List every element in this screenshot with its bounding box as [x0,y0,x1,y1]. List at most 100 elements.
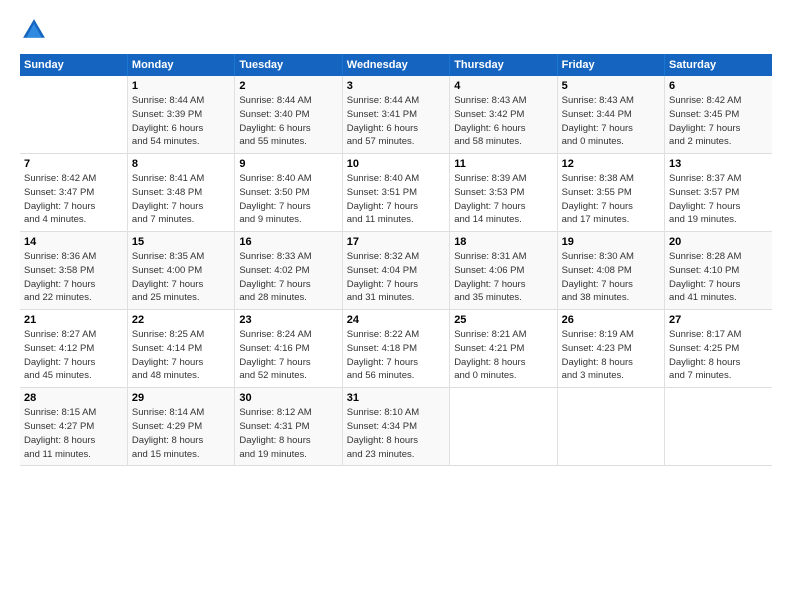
calendar-cell: 29 Sunrise: 8:14 AMSunset: 4:29 PMDayligh… [127,388,234,466]
day-number: 4 [454,80,552,92]
day-number: 23 [239,314,337,326]
calendar-cell: 23 Sunrise: 8:24 AMSunset: 4:16 PMDayligh… [235,310,342,388]
day-info: Sunrise: 8:39 AMSunset: 3:53 PMDaylight:… [454,172,552,227]
day-info: Sunrise: 8:21 AMSunset: 4:21 PMDaylight:… [454,328,552,383]
day-info: Sunrise: 8:27 AMSunset: 4:12 PMDaylight:… [24,328,123,383]
week-row-3: 14 Sunrise: 8:36 AMSunset: 3:58 PMDayligh… [20,232,772,310]
day-number: 5 [562,80,660,92]
week-row-1: 1Sunrise: 8:44 AMSunset: 3:39 PMDaylight… [20,76,772,154]
day-info: Sunrise: 8:22 AMSunset: 4:18 PMDaylight:… [347,328,445,383]
header-cell-wednesday: Wednesday [342,54,449,76]
day-info: Sunrise: 8:43 AMSunset: 3:44 PMDaylight:… [562,94,660,149]
calendar-cell: 3 Sunrise: 8:44 AMSunset: 3:41 PMDaylight… [342,76,449,154]
day-info: Sunrise: 8:12 AMSunset: 4:31 PMDaylight:… [239,406,337,461]
day-info: Sunrise: 8:15 AMSunset: 4:27 PMDaylight:… [24,406,123,461]
calendar-cell: 8 Sunrise: 8:41 AMSunset: 3:48 PMDaylight… [127,154,234,232]
calendar-cell [665,388,772,466]
calendar-cell: 19 Sunrise: 8:30 AMSunset: 4:08 PMDayligh… [557,232,664,310]
calendar-cell: 11 Sunrise: 8:39 AMSunset: 3:53 PMDayligh… [450,154,557,232]
calendar-cell [557,388,664,466]
day-number: 22 [132,314,230,326]
day-info: Sunrise: 8:40 AMSunset: 3:51 PMDaylight:… [347,172,445,227]
header-cell-sunday: Sunday [20,54,127,76]
page: SundayMondayTuesdayWednesdayThursdayFrid… [0,0,792,612]
day-info: Sunrise: 8:38 AMSunset: 3:55 PMDaylight:… [562,172,660,227]
calendar-cell: 14 Sunrise: 8:36 AMSunset: 3:58 PMDayligh… [20,232,127,310]
calendar-cell: 21 Sunrise: 8:27 AMSunset: 4:12 PMDayligh… [20,310,127,388]
day-info: Sunrise: 8:43 AMSunset: 3:42 PMDaylight:… [454,94,552,149]
day-number: 25 [454,314,552,326]
day-number: 15 [132,236,230,248]
day-info: Sunrise: 8:35 AMSunset: 4:00 PMDaylight:… [132,250,230,305]
header-cell-monday: Monday [127,54,234,76]
header-cell-saturday: Saturday [665,54,772,76]
day-number: 9 [239,158,337,170]
calendar-cell: 12 Sunrise: 8:38 AMSunset: 3:55 PMDayligh… [557,154,664,232]
calendar-cell: 5 Sunrise: 8:43 AMSunset: 3:44 PMDaylight… [557,76,664,154]
day-number: 18 [454,236,552,248]
day-info: Sunrise: 8:30 AMSunset: 4:08 PMDaylight:… [562,250,660,305]
header [20,16,772,44]
day-number: 12 [562,158,660,170]
day-number: 26 [562,314,660,326]
calendar-cell: 10 Sunrise: 8:40 AMSunset: 3:51 PMDayligh… [342,154,449,232]
day-info: Sunrise: 8:36 AMSunset: 3:58 PMDaylight:… [24,250,123,305]
calendar-cell: 27 Sunrise: 8:17 AMSunset: 4:25 PMDayligh… [665,310,772,388]
day-info: Sunrise: 8:33 AMSunset: 4:02 PMDaylight:… [239,250,337,305]
day-info: Sunrise: 8:28 AMSunset: 4:10 PMDaylight:… [669,250,768,305]
day-number: 7 [24,158,123,170]
day-number: 14 [24,236,123,248]
header-cell-friday: Friday [557,54,664,76]
week-row-2: 7 Sunrise: 8:42 AMSunset: 3:47 PMDaylight… [20,154,772,232]
calendar-cell: 20 Sunrise: 8:28 AMSunset: 4:10 PMDayligh… [665,232,772,310]
calendar-cell: 13Sunrise: 8:37 AMSunset: 3:57 PMDayligh… [665,154,772,232]
calendar-cell: 6 Sunrise: 8:42 AMSunset: 3:45 PMDaylight… [665,76,772,154]
day-number: 11 [454,158,552,170]
day-number: 29 [132,392,230,404]
calendar-cell: 17Sunrise: 8:32 AMSunset: 4:04 PMDayligh… [342,232,449,310]
day-number: 20 [669,236,768,248]
calendar-cell: 4 Sunrise: 8:43 AMSunset: 3:42 PMDaylight… [450,76,557,154]
day-number: 2 [239,80,337,92]
day-number: 17 [347,236,445,248]
day-info: Sunrise: 8:40 AMSunset: 3:50 PMDaylight:… [239,172,337,227]
day-number: 6 [669,80,768,92]
week-row-4: 21 Sunrise: 8:27 AMSunset: 4:12 PMDayligh… [20,310,772,388]
day-info: Sunrise: 8:31 AMSunset: 4:06 PMDaylight:… [454,250,552,305]
calendar-cell: 25 Sunrise: 8:21 AMSunset: 4:21 PMDayligh… [450,310,557,388]
day-number: 10 [347,158,445,170]
day-info: Sunrise: 8:41 AMSunset: 3:48 PMDaylight:… [132,172,230,227]
day-info: Sunrise: 8:24 AMSunset: 4:16 PMDaylight:… [239,328,337,383]
day-info: Sunrise: 8:10 AMSunset: 4:34 PMDaylight:… [347,406,445,461]
day-number: 27 [669,314,768,326]
week-row-5: 28Sunrise: 8:15 AMSunset: 4:27 PMDayligh… [20,388,772,466]
day-info: Sunrise: 8:17 AMSunset: 4:25 PMDaylight:… [669,328,768,383]
day-info: Sunrise: 8:42 AMSunset: 3:47 PMDaylight:… [24,172,123,227]
day-info: Sunrise: 8:42 AMSunset: 3:45 PMDaylight:… [669,94,768,149]
day-number: 21 [24,314,123,326]
calendar-cell: 1Sunrise: 8:44 AMSunset: 3:39 PMDaylight… [127,76,234,154]
logo-icon [20,16,48,44]
day-info: Sunrise: 8:19 AMSunset: 4:23 PMDaylight:… [562,328,660,383]
day-info: Sunrise: 8:14 AMSunset: 4:29 PMDaylight:… [132,406,230,461]
calendar-cell: 24Sunrise: 8:22 AMSunset: 4:18 PMDayligh… [342,310,449,388]
header-cell-tuesday: Tuesday [235,54,342,76]
calendar-cell: 16 Sunrise: 8:33 AMSunset: 4:02 PMDayligh… [235,232,342,310]
day-number: 3 [347,80,445,92]
day-number: 8 [132,158,230,170]
logo [20,16,52,44]
day-info: Sunrise: 8:37 AMSunset: 3:57 PMDaylight:… [669,172,768,227]
calendar-cell: 22Sunrise: 8:25 AMSunset: 4:14 PMDayligh… [127,310,234,388]
header-row: SundayMondayTuesdayWednesdayThursdayFrid… [20,54,772,76]
day-number: 16 [239,236,337,248]
calendar-cell: 30Sunrise: 8:12 AMSunset: 4:31 PMDayligh… [235,388,342,466]
calendar-cell: 26 Sunrise: 8:19 AMSunset: 4:23 PMDayligh… [557,310,664,388]
calendar-table: SundayMondayTuesdayWednesdayThursdayFrid… [20,54,772,466]
day-info: Sunrise: 8:44 AMSunset: 3:40 PMDaylight:… [239,94,337,149]
day-info: Sunrise: 8:44 AMSunset: 3:41 PMDaylight:… [347,94,445,149]
day-number: 19 [562,236,660,248]
calendar-cell: 18 Sunrise: 8:31 AMSunset: 4:06 PMDayligh… [450,232,557,310]
calendar-cell: 31Sunrise: 8:10 AMSunset: 4:34 PMDayligh… [342,388,449,466]
header-cell-thursday: Thursday [450,54,557,76]
calendar-cell [450,388,557,466]
